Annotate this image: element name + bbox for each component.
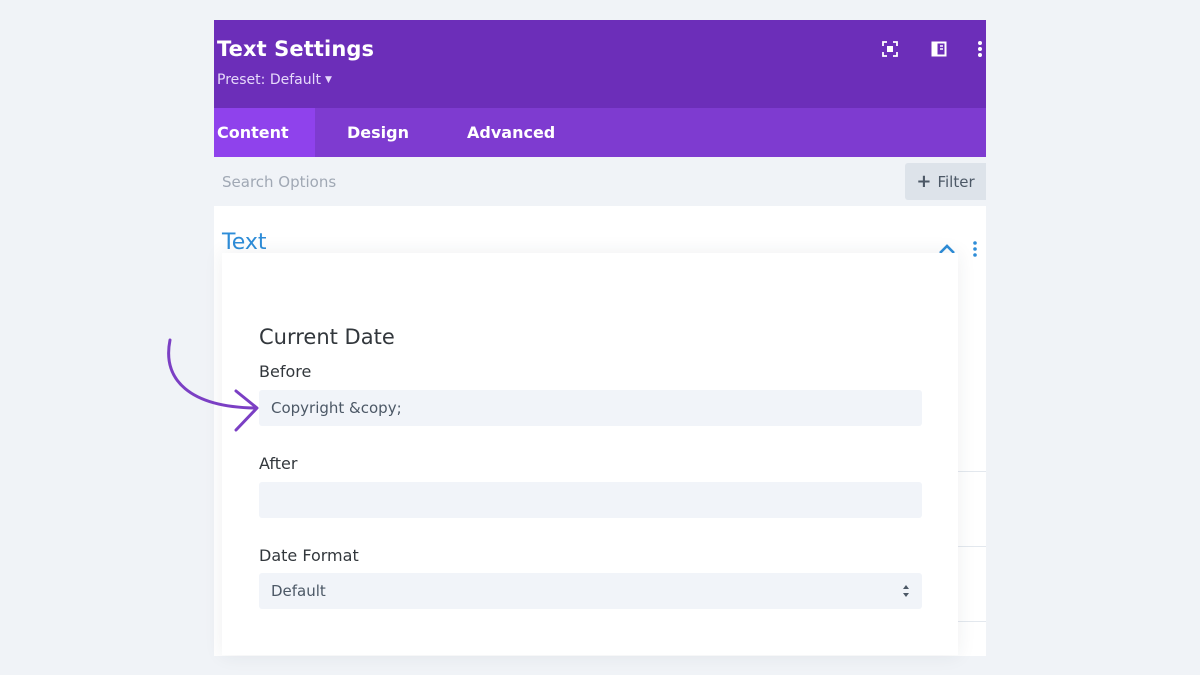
tab-advanced[interactable]: Advanced [467, 108, 555, 157]
tab-design[interactable]: Design [347, 108, 409, 157]
plus-icon: + [916, 171, 932, 192]
split-view-icon[interactable] [928, 38, 950, 60]
panel-title: Text Settings [217, 37, 375, 61]
date-format-select[interactable]: Default [259, 573, 922, 609]
annotation-arrow-icon [167, 338, 259, 432]
section-title: Text [222, 230, 267, 255]
preset-dropdown[interactable]: Preset: Default ▼ [217, 72, 332, 88]
current-date-settings-card: Current Date Before After Date Format De… [222, 253, 958, 655]
date-format-label: Date Format [259, 546, 359, 565]
tab-bar: Content Design Advanced [214, 108, 986, 157]
filter-button[interactable]: + Filter [905, 163, 986, 200]
section-more-icon[interactable] [970, 240, 980, 258]
tab-content[interactable]: Content [214, 108, 315, 157]
more-vertical-icon[interactable] [969, 38, 986, 60]
filter-label: Filter [937, 172, 975, 191]
after-input[interactable] [259, 482, 922, 518]
focus-mode-icon[interactable] [879, 38, 901, 60]
search-bar: + Filter [214, 157, 986, 206]
select-arrows-icon [903, 585, 909, 597]
before-input[interactable] [259, 390, 922, 426]
card-title: Current Date [259, 325, 395, 349]
search-input[interactable] [214, 165, 904, 199]
panel-header: Text Settings Preset: Default ▼ [214, 20, 986, 108]
preset-label: Preset: Default [217, 72, 321, 88]
caret-down-icon: ▼ [324, 75, 332, 85]
date-format-value: Default [271, 582, 326, 600]
after-label: After [259, 454, 298, 473]
